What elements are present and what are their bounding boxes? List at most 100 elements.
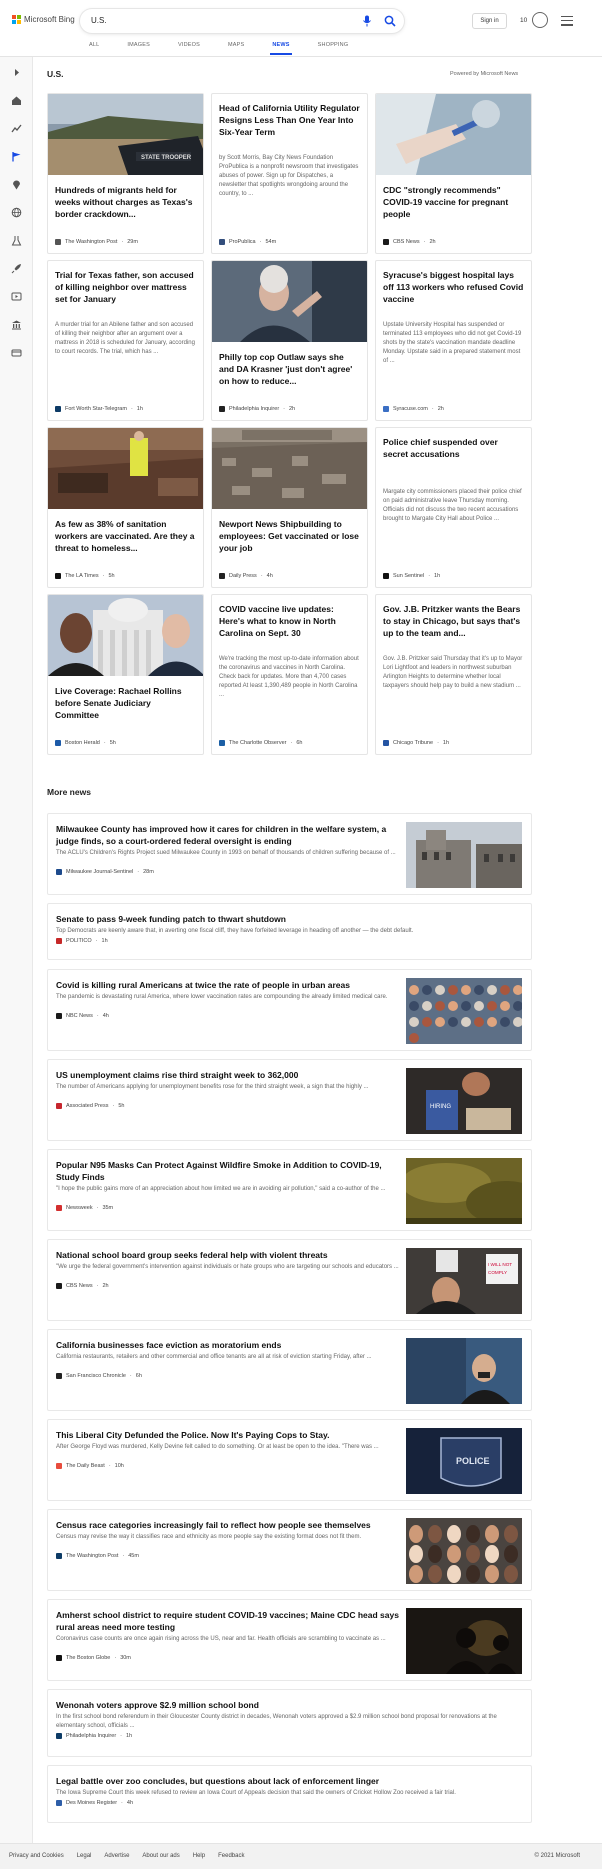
- more-news-item[interactable]: US unemployment claims rise third straig…: [47, 1059, 532, 1141]
- more-news-item[interactable]: Legal battle over zoo concludes, but que…: [47, 1765, 532, 1823]
- tab-videos[interactable]: VIDEOS: [178, 42, 200, 55]
- news-source[interactable]: Associated Press · 5h: [56, 1103, 124, 1109]
- more-news-item[interactable]: Census race categories increasingly fail…: [47, 1509, 532, 1591]
- entertainment-icon[interactable]: [11, 291, 22, 302]
- card-image[interactable]: STATE TROOPER: [48, 94, 203, 175]
- news-title[interactable]: Amherst school district to require stude…: [56, 1609, 402, 1633]
- news-thumbnail[interactable]: HIRING: [406, 1068, 522, 1134]
- footer-link-legal[interactable]: Legal: [77, 1853, 92, 1859]
- news-title[interactable]: Milwaukee County has improved how it car…: [56, 823, 402, 847]
- news-thumbnail[interactable]: [406, 1608, 522, 1674]
- science-icon[interactable]: [11, 235, 22, 246]
- tab-news[interactable]: NEWS: [270, 42, 293, 55]
- news-card[interactable]: Head of California Utility Regulator Res…: [211, 93, 368, 254]
- card-title[interactable]: Newport News Shipbuilding to employees: …: [219, 518, 360, 554]
- news-card[interactable]: Live Coverage: Rachael Rollins before Se…: [47, 594, 204, 755]
- news-card[interactable]: Gov. J.B. Pritzker wants the Bears to st…: [375, 594, 532, 755]
- news-card[interactable]: As few as 38% of sanitation workers are …: [47, 427, 204, 588]
- card-source[interactable]: The Washington Post · 29m: [55, 239, 138, 245]
- card-title[interactable]: Trial for Texas father, son accused of k…: [55, 269, 196, 305]
- card-source[interactable]: ProPublica · 54m: [219, 239, 276, 245]
- news-source[interactable]: NBC News · 4h: [56, 1013, 109, 1019]
- card-image[interactable]: [376, 94, 531, 175]
- search-icon[interactable]: [384, 15, 396, 27]
- tab-maps[interactable]: MAPS: [228, 42, 244, 55]
- news-title[interactable]: Covid is killing rural Americans at twic…: [56, 979, 402, 991]
- building-icon[interactable]: [11, 319, 22, 330]
- news-thumbnail[interactable]: [406, 822, 522, 888]
- rewards-count[interactable]: 10: [520, 17, 527, 24]
- footer-link-privacy-and-cookies[interactable]: Privacy and Cookies: [9, 1853, 64, 1859]
- globe-icon[interactable]: [11, 207, 22, 218]
- news-title[interactable]: US unemployment claims rise third straig…: [56, 1069, 402, 1081]
- footer-link-advertise[interactable]: Advertise: [104, 1853, 129, 1859]
- footer-link-feedback[interactable]: Feedback: [218, 1853, 244, 1859]
- card-source[interactable]: Boston Herald · 5h: [55, 740, 116, 746]
- news-title[interactable]: Legal battle over zoo concludes, but que…: [56, 1775, 526, 1787]
- card-source[interactable]: Syracuse.com · 2h: [383, 406, 444, 412]
- more-news-item[interactable]: Popular N95 Masks Can Protect Against Wi…: [47, 1149, 532, 1231]
- card-image[interactable]: [212, 261, 367, 342]
- rocket-icon[interactable]: [11, 263, 22, 274]
- news-source[interactable]: San Francisco Chronicle · 6h: [56, 1373, 142, 1379]
- bing-logo[interactable]: Microsoft Bing: [12, 15, 75, 24]
- news-thumbnail[interactable]: [406, 1518, 522, 1584]
- news-card[interactable]: Police chief suspended over secret accus…: [375, 427, 532, 588]
- rewards-icon[interactable]: [532, 12, 548, 28]
- news-card[interactable]: Trial for Texas father, son accused of k…: [47, 260, 204, 421]
- more-news-item[interactable]: This Liberal City Defunded the Police. N…: [47, 1419, 532, 1501]
- news-source[interactable]: CBS News · 2h: [56, 1283, 109, 1289]
- tab-images[interactable]: IMAGES: [127, 42, 150, 55]
- card-title[interactable]: Syracuse's biggest hospital lays off 113…: [383, 269, 524, 305]
- trending-icon[interactable]: [11, 123, 22, 134]
- location-icon[interactable]: [11, 179, 22, 190]
- more-news-item[interactable]: Covid is killing rural Americans at twic…: [47, 969, 532, 1051]
- news-thumbnail[interactable]: POLICE: [406, 1428, 522, 1494]
- search-box[interactable]: U.S.: [80, 9, 404, 33]
- card-source[interactable]: Sun Sentinel · 1h: [383, 573, 440, 579]
- news-thumbnail[interactable]: I WILL NOT COMPLY: [406, 1248, 522, 1314]
- news-thumbnail[interactable]: [401, 1158, 531, 1225]
- news-thumbnail[interactable]: [406, 978, 523, 1044]
- more-news-item[interactable]: Milwaukee County has improved how it car…: [47, 813, 532, 895]
- news-title[interactable]: Wenonah voters approve $2.9 million scho…: [56, 1699, 526, 1711]
- news-title[interactable]: Census race categories increasingly fail…: [56, 1519, 402, 1531]
- card-source[interactable]: The Charlotte Observer · 6h: [219, 740, 302, 746]
- card-title[interactable]: Police chief suspended over secret accus…: [383, 436, 524, 460]
- card-title[interactable]: Live Coverage: Rachael Rollins before Se…: [55, 685, 196, 721]
- card-title[interactable]: As few as 38% of sanitation workers are …: [55, 518, 196, 554]
- news-title[interactable]: Popular N95 Masks Can Protect Against Wi…: [56, 1159, 402, 1183]
- news-card[interactable]: Syracuse's biggest hospital lays off 113…: [375, 260, 532, 421]
- flag-icon[interactable]: [11, 151, 22, 162]
- more-news-item[interactable]: National school board group seeks federa…: [47, 1239, 532, 1321]
- news-source[interactable]: Des Moines Register · 4h: [56, 1800, 133, 1806]
- news-thumbnail[interactable]: [406, 1338, 522, 1404]
- card-title[interactable]: Philly top cop Outlaw says she and DA Kr…: [219, 351, 360, 387]
- more-news-item[interactable]: Amherst school district to require stude…: [47, 1599, 532, 1681]
- footer-link-about-our-ads[interactable]: About our ads: [142, 1853, 179, 1859]
- powered-by[interactable]: Powered by Microsoft News: [450, 71, 518, 77]
- news-source[interactable]: Newsweek · 35m: [56, 1205, 113, 1211]
- card-image[interactable]: [212, 428, 367, 509]
- card-source[interactable]: CBS News · 2h: [383, 239, 436, 245]
- more-news-item[interactable]: Wenonah voters approve $2.9 million scho…: [47, 1689, 532, 1757]
- news-card[interactable]: Philly top cop Outlaw says she and DA Kr…: [211, 260, 368, 421]
- news-card[interactable]: STATE TROOPER Hundreds of migrants held f…: [47, 93, 204, 254]
- card-source[interactable]: Daily Press · 4h: [219, 573, 273, 579]
- news-title[interactable]: This Liberal City Defunded the Police. N…: [56, 1429, 402, 1441]
- news-title[interactable]: Senate to pass 9-week funding patch to t…: [56, 913, 526, 925]
- news-source[interactable]: The Daily Beast · 10h: [56, 1463, 124, 1469]
- news-source[interactable]: POLITICO · 1h: [56, 938, 108, 944]
- hamburger-menu-icon[interactable]: [561, 16, 573, 26]
- news-title[interactable]: California businesses face eviction as m…: [56, 1339, 402, 1351]
- news-source[interactable]: The Washington Post · 45m: [56, 1553, 139, 1559]
- search-input[interactable]: U.S.: [91, 16, 107, 25]
- card-source[interactable]: Philadelphia Inquirer · 2h: [219, 406, 295, 412]
- card-title[interactable]: CDC "strongly recommends" COVID-19 vacci…: [383, 184, 524, 220]
- card-image[interactable]: [48, 595, 203, 676]
- tab-all[interactable]: ALL: [89, 42, 99, 55]
- home-icon[interactable]: [11, 95, 22, 106]
- news-source[interactable]: Philadelphia Inquirer · 1h: [56, 1733, 132, 1739]
- microphone-icon[interactable]: [362, 15, 372, 27]
- sign-in-button[interactable]: Sign in: [472, 13, 507, 29]
